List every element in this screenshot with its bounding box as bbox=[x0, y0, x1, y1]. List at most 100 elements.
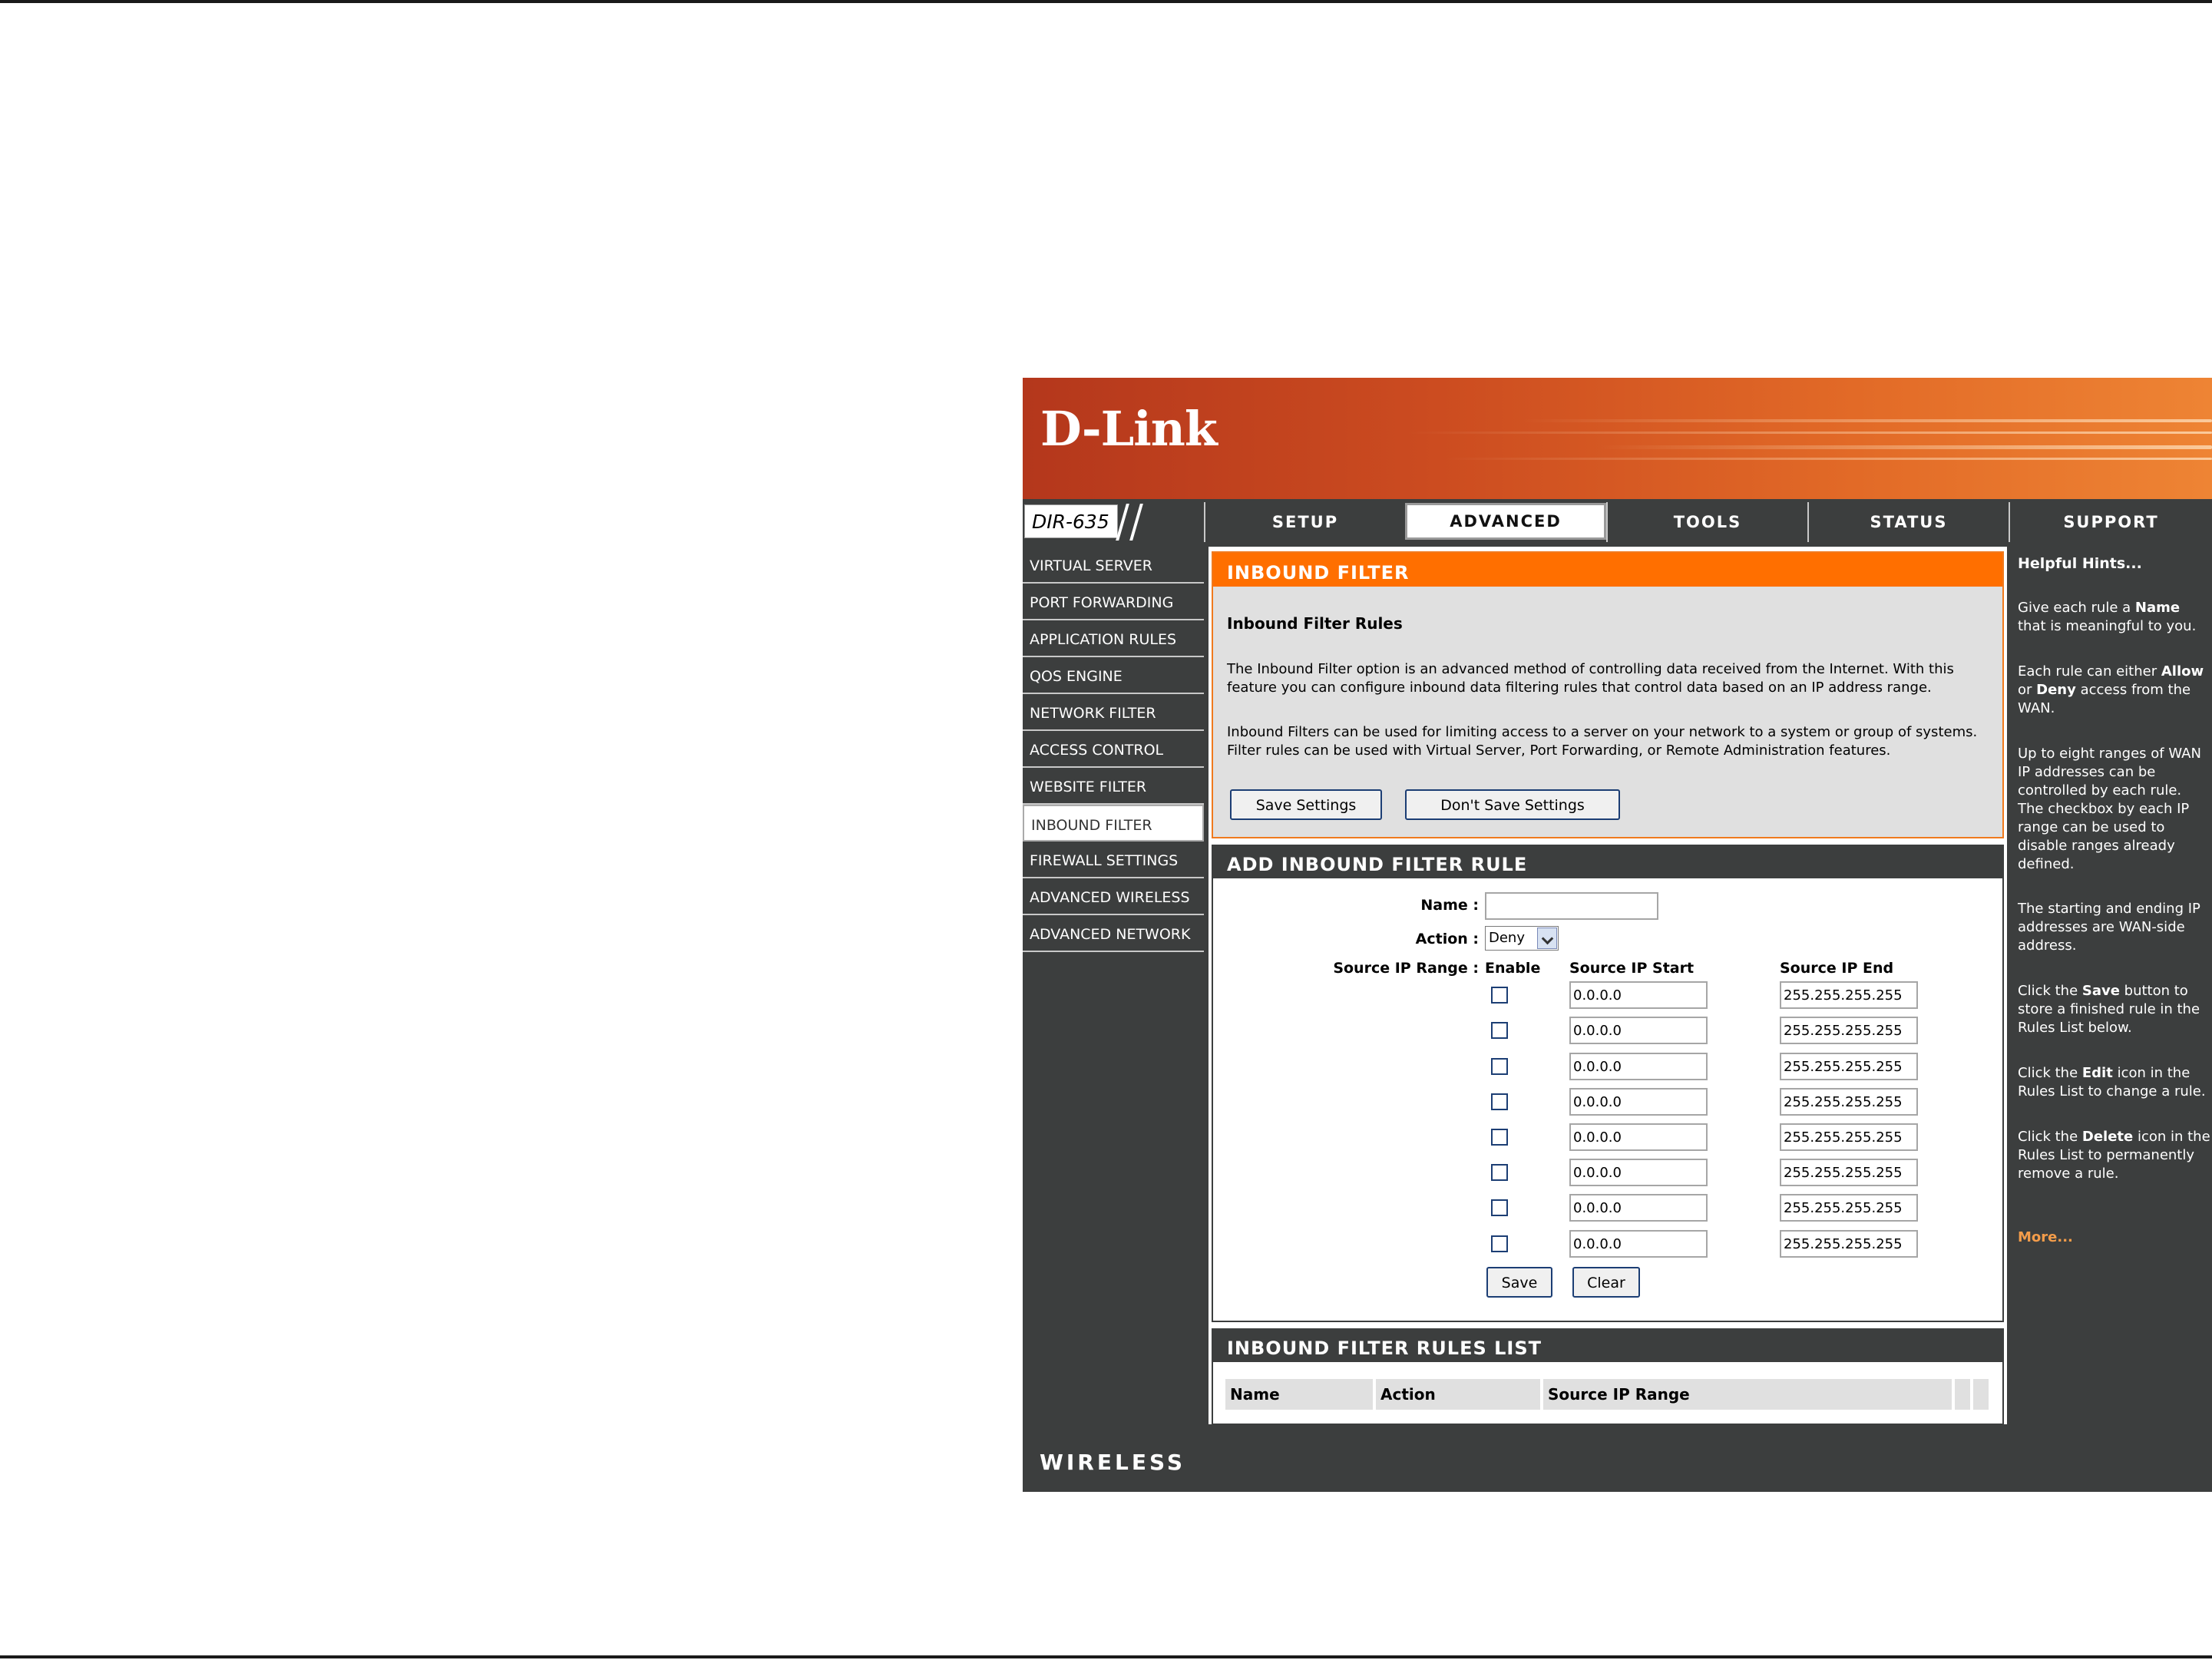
action-label: Action : bbox=[1415, 931, 1479, 947]
range-3-enable-checkbox[interactable] bbox=[1491, 1058, 1508, 1075]
range-7-start-input[interactable]: 0.0.0.0 bbox=[1569, 1194, 1708, 1222]
hint-delete-text: Click the bbox=[2018, 1129, 2082, 1145]
rules-list-source-ip-range-header: Source IP Range bbox=[1543, 1379, 1952, 1410]
range-3-start-input[interactable]: 0.0.0.0 bbox=[1569, 1053, 1708, 1080]
save-settings-button[interactable]: Save Settings bbox=[1230, 789, 1382, 820]
sidebar-item-network-filter[interactable]: NETWORK FILTER bbox=[1023, 694, 1204, 731]
tab-tools[interactable]: TOOLS bbox=[1606, 502, 1807, 542]
sidebar-item-virtual-server[interactable]: VIRTUAL SERVER bbox=[1023, 547, 1204, 584]
range-7-enable-checkbox[interactable] bbox=[1491, 1199, 1508, 1216]
source-ip-range-label: Source IP Range : bbox=[1333, 960, 1479, 977]
inbound-filter-section: INBOUND FILTER Inbound Filter Rules The … bbox=[1212, 551, 2004, 838]
tab-status[interactable]: STATUS bbox=[1807, 502, 2009, 542]
hint-allow-emphasis: Allow bbox=[2161, 663, 2204, 680]
hint-delete-emphasis: Delete bbox=[2081, 1129, 2134, 1145]
range-4-end-input[interactable]: 255.255.255.255 bbox=[1780, 1088, 1918, 1116]
description-2: Inbound Filters can be used for limiting… bbox=[1227, 723, 1987, 760]
range-4-start-input[interactable]: 0.0.0.0 bbox=[1569, 1088, 1708, 1116]
hint-ip-ranges: Up to eight ranges of WAN IP addresses c… bbox=[2018, 746, 2201, 872]
tab-setup[interactable]: SETUP bbox=[1204, 502, 1405, 542]
range-2-enable-checkbox[interactable] bbox=[1491, 1022, 1508, 1039]
clear-rule-button[interactable]: Clear bbox=[1572, 1267, 1640, 1298]
range-4-enable-checkbox[interactable] bbox=[1491, 1093, 1508, 1110]
range-5-start-input[interactable]: 0.0.0.0 bbox=[1569, 1123, 1708, 1151]
source-ip-start-header: Source IP Start bbox=[1569, 960, 1695, 977]
hint-deny-emphasis: Deny bbox=[2036, 682, 2076, 698]
sidebar-item-port-forwarding[interactable]: PORT FORWARDING bbox=[1023, 584, 1204, 620]
top-page-rule bbox=[0, 0, 2212, 3]
sidebar-item-advanced-network[interactable]: ADVANCED NETWORK bbox=[1023, 915, 1204, 952]
description-2-line-1: Inbound Filters can be used for limiting… bbox=[1227, 724, 1978, 740]
sidebar-item-qos-engine[interactable]: QOS ENGINE bbox=[1023, 657, 1204, 694]
source-ip-end-header: Source IP End bbox=[1780, 960, 1894, 977]
rules-list-action-header: Action bbox=[1376, 1379, 1540, 1410]
range-6-start-input[interactable]: 0.0.0.0 bbox=[1569, 1159, 1708, 1186]
hint-allow-deny-or: or bbox=[2018, 682, 2037, 698]
sidebar-item-firewall-settings[interactable]: FIREWALL SETTINGS bbox=[1023, 842, 1204, 878]
hint-edit-text: Click the bbox=[2018, 1065, 2082, 1081]
name-label: Name : bbox=[1420, 897, 1479, 914]
bottom-page-rule bbox=[0, 1655, 2212, 1658]
hint-save: Click the Save button to store a finishe… bbox=[2018, 982, 2211, 1037]
hint-name-text-end: that is meaningful to you. bbox=[2018, 618, 2197, 634]
rules-list-delete-column bbox=[1973, 1379, 1989, 1410]
dont-save-settings-button[interactable]: Don't Save Settings bbox=[1405, 789, 1620, 820]
hint-save-emphasis: Save bbox=[2081, 983, 2120, 999]
top-navigation: DIR-635 SETUP ADVANCED TOOLS STATUS SUPP… bbox=[1023, 502, 2212, 542]
hint-name: Give each rule a Name that is meaningful… bbox=[2018, 599, 2211, 636]
hint-save-text: Click the bbox=[2018, 983, 2082, 999]
add-rule-title: ADD INBOUND FILTER RULE bbox=[1213, 845, 2002, 878]
range-2-end-input[interactable]: 255.255.255.255 bbox=[1780, 1017, 1918, 1044]
hints-more-link[interactable]: More... bbox=[2018, 1228, 2211, 1247]
range-2-start-input[interactable]: 0.0.0.0 bbox=[1569, 1017, 1708, 1044]
inbound-filter-rules-list-section: INBOUND FILTER RULES LIST Name Action So… bbox=[1212, 1328, 2004, 1425]
section-title: INBOUND FILTER bbox=[1213, 553, 2002, 587]
range-7-end-input[interactable]: 255.255.255.255 bbox=[1780, 1194, 1918, 1222]
hints-title: Helpful Hints... bbox=[2018, 555, 2142, 572]
range-6-end-input[interactable]: 255.255.255.255 bbox=[1780, 1159, 1918, 1186]
hint-wan-address: The starting and ending IP addresses are… bbox=[2018, 901, 2200, 954]
hint-allow-deny: Each rule can either Allow or Deny acces… bbox=[2018, 663, 2211, 718]
dlink-banner: D-Link bbox=[1023, 378, 2212, 499]
model-number: DIR-635 bbox=[1024, 504, 1118, 538]
range-8-start-input[interactable]: 0.0.0.0 bbox=[1569, 1230, 1708, 1258]
save-rule-button[interactable]: Save bbox=[1486, 1267, 1552, 1298]
sidebar-item-access-control[interactable]: ACCESS CONTROL bbox=[1023, 731, 1204, 768]
hint-name-text: Give each rule a bbox=[2018, 600, 2135, 616]
dlink-logo: D-Link bbox=[1040, 401, 1218, 457]
description-1-line-2: feature you can configure inbound data f… bbox=[1227, 680, 1932, 696]
range-6-enable-checkbox[interactable] bbox=[1491, 1164, 1508, 1181]
hint-name-emphasis: Name bbox=[2134, 600, 2181, 616]
sidebar-item-advanced-wireless[interactable]: ADVANCED WIRELESS bbox=[1023, 878, 1204, 915]
sidebar-menu: VIRTUAL SERVER PORT FORWARDING APPLICATI… bbox=[1023, 547, 1204, 952]
tab-support[interactable]: SUPPORT bbox=[2009, 502, 2212, 542]
range-1-end-input[interactable]: 255.255.255.255 bbox=[1780, 981, 1918, 1009]
sidebar-item-website-filter[interactable]: WEBSITE FILTER bbox=[1023, 768, 1204, 805]
range-8-enable-checkbox[interactable] bbox=[1491, 1235, 1508, 1252]
range-5-end-input[interactable]: 255.255.255.255 bbox=[1780, 1123, 1918, 1151]
tab-advanced[interactable]: ADVANCED bbox=[1405, 503, 1606, 540]
sidebar-item-application-rules[interactable]: APPLICATION RULES bbox=[1023, 620, 1204, 657]
rules-list-title: INBOUND FILTER RULES LIST bbox=[1213, 1328, 2002, 1362]
description-1: The Inbound Filter option is an advanced… bbox=[1227, 660, 1987, 697]
hint-delete: Click the Delete icon in the Rules List … bbox=[2018, 1128, 2211, 1183]
range-5-enable-checkbox[interactable] bbox=[1491, 1129, 1508, 1146]
description-1-line-1: The Inbound Filter option is an advanced… bbox=[1227, 661, 1954, 677]
range-1-enable-checkbox[interactable] bbox=[1491, 987, 1508, 1004]
hint-allow-deny-text: Each rule can either bbox=[2018, 663, 2161, 680]
hint-edit-emphasis: Edit bbox=[2081, 1065, 2113, 1081]
range-8-end-input[interactable]: 255.255.255.255 bbox=[1780, 1230, 1918, 1258]
sidebar-item-inbound-filter[interactable]: INBOUND FILTER bbox=[1023, 805, 1204, 842]
action-select[interactable]: Deny bbox=[1485, 926, 1559, 951]
section-subtitle: Inbound Filter Rules bbox=[1227, 614, 1403, 633]
description-2-line-2: Filter rules can be used with Virtual Se… bbox=[1227, 742, 1891, 759]
chevron-down-icon[interactable] bbox=[1537, 928, 1557, 949]
wireless-logo: WIRELESS bbox=[1040, 1450, 1186, 1475]
router-admin-window: D-Link DIR-635 SETUP ADVANCED TOOLS STAT… bbox=[1023, 378, 2212, 1492]
action-select-value: Deny bbox=[1489, 930, 1525, 946]
rule-name-input[interactable] bbox=[1485, 892, 1658, 920]
range-1-start-input[interactable]: 0.0.0.0 bbox=[1569, 981, 1708, 1009]
range-3-end-input[interactable]: 255.255.255.255 bbox=[1780, 1053, 1918, 1080]
main-content: INBOUND FILTER Inbound Filter Rules The … bbox=[1208, 547, 2007, 1425]
enable-column-header: Enable bbox=[1485, 960, 1541, 977]
